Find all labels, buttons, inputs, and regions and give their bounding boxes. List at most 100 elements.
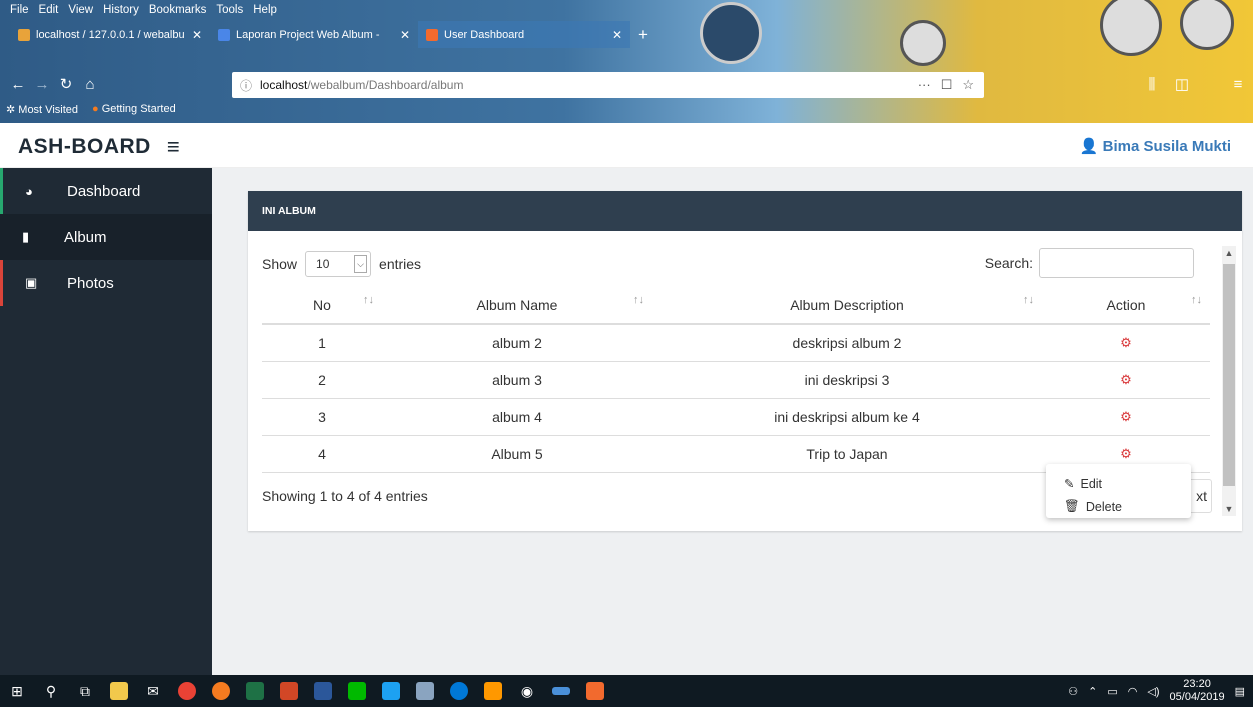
- minion-goggle-decoration: [1180, 0, 1234, 50]
- cell-album-description: ini deskripsi 3: [652, 361, 1042, 399]
- sidebar-toggle-icon[interactable]: ◫: [1170, 75, 1194, 93]
- tab-user-dashboard[interactable]: User Dashboard ✕: [418, 21, 630, 48]
- line-icon[interactable]: [340, 675, 374, 707]
- search-input[interactable]: [1039, 248, 1194, 278]
- gear-icon: ✲: [6, 104, 19, 116]
- mail-icon[interactable]: ✉: [136, 675, 170, 707]
- scroll-down-icon[interactable]: ▼: [1222, 504, 1236, 514]
- page-actions-icon[interactable]: ···: [918, 77, 931, 93]
- excel-icon[interactable]: [238, 675, 272, 707]
- url-bar[interactable]: ⓘ localhost /webalbum/Dashboard/album ··…: [232, 72, 984, 98]
- new-tab-button[interactable]: +: [630, 21, 656, 48]
- xampp-icon[interactable]: [578, 675, 612, 707]
- reload-icon[interactable]: ↻: [54, 75, 78, 93]
- windows-start-icon[interactable]: ⊞: [0, 675, 34, 707]
- pen-app-icon[interactable]: [544, 675, 578, 707]
- firefox-icon[interactable]: [204, 675, 238, 707]
- info-icon[interactable]: ⓘ: [240, 77, 252, 94]
- sidebar-item-dashboard[interactable]: ◕ Dashboard: [0, 168, 212, 214]
- column-label: Album Description: [790, 296, 904, 313]
- column-label: No: [313, 296, 331, 313]
- panel-scrollbar[interactable]: ▲ ▼: [1222, 246, 1236, 516]
- clock-decoration: [700, 2, 762, 64]
- hamburger-icon[interactable]: ≡: [167, 134, 180, 160]
- sort-icon: ↑↓: [633, 294, 644, 306]
- bookmark-label: Getting Started: [101, 103, 176, 115]
- menu-bar: File Edit View History Bookmarks Tools H…: [0, 0, 277, 20]
- table-row: 1 album 2 deskripsi album 2 ⚙: [262, 324, 1210, 362]
- menu-bookmarks[interactable]: Bookmarks: [149, 4, 207, 16]
- app-header: ASH-BOARD ≡ 👤 Bima Susila Mukti: [0, 123, 1253, 168]
- pocket-icon[interactable]: ☐: [941, 77, 953, 93]
- menu-history[interactable]: History: [103, 4, 139, 16]
- battery-icon[interactable]: ▭: [1107, 685, 1117, 698]
- word-icon[interactable]: [306, 675, 340, 707]
- volume-icon[interactable]: ◁): [1147, 685, 1159, 698]
- bookmark-getting-started[interactable]: ● Getting Started: [92, 103, 176, 116]
- column-header-album-name[interactable]: Album Name ↑↓: [382, 286, 652, 325]
- close-icon[interactable]: ✕: [400, 28, 410, 42]
- cogs-icon[interactable]: ⚙: [1120, 409, 1132, 424]
- hamburger-menu-icon[interactable]: ≡: [1226, 76, 1250, 93]
- powerpoint-icon[interactable]: [272, 675, 306, 707]
- column-header-action[interactable]: Action ↑↓: [1042, 286, 1210, 325]
- tab-title: User Dashboard: [444, 28, 525, 41]
- scroll-up-icon[interactable]: ▲: [1222, 248, 1236, 258]
- search-icon[interactable]: ⚲: [34, 675, 68, 707]
- tab-phpmyadmin[interactable]: localhost / 127.0.0.1 / webalbu ✕: [10, 21, 210, 48]
- scrollbar-thumb[interactable]: [1223, 264, 1235, 486]
- close-icon[interactable]: ✕: [192, 28, 202, 42]
- menu-item-delete[interactable]: 🗑 Delete: [1046, 495, 1191, 518]
- sublime-icon[interactable]: [476, 675, 510, 707]
- maps-icon[interactable]: [442, 675, 476, 707]
- bookmark-most-visited[interactable]: ✲ Most Visited: [6, 103, 78, 116]
- tab-laporan[interactable]: Laporan Project Web Album - ✕: [210, 21, 418, 48]
- menu-help[interactable]: Help: [253, 4, 277, 16]
- menu-edit[interactable]: Edit: [39, 4, 59, 16]
- menu-item-edit[interactable]: ✎ Edit: [1046, 472, 1191, 495]
- home-icon[interactable]: ⌂: [78, 76, 102, 93]
- menu-tools[interactable]: Tools: [216, 4, 243, 16]
- cell-album-description: ini deskripsi album ke 4: [652, 398, 1042, 436]
- user-menu[interactable]: 👤 Bima Susila Mukti: [1080, 137, 1231, 155]
- cogs-icon[interactable]: ⚙: [1120, 372, 1132, 387]
- trash-icon: 🗑: [1064, 499, 1080, 513]
- bookmark-star-icon[interactable]: ☆: [962, 77, 974, 93]
- xampp-icon: [426, 28, 438, 41]
- chevron-down-icon: ⌵: [354, 255, 368, 273]
- column-header-no[interactable]: No ↑↓: [262, 286, 382, 325]
- album-table: No ↑↓ Album Name ↑↓ Album Description ↑↓ Ac…: [262, 286, 1210, 473]
- url-host: localhost: [260, 78, 308, 92]
- back-icon[interactable]: ←: [6, 76, 30, 93]
- github-icon[interactable]: ◉: [510, 675, 544, 707]
- menu-file[interactable]: File: [10, 4, 29, 16]
- tray-chevron-icon[interactable]: ⌃: [1088, 685, 1097, 698]
- notifications-icon[interactable]: ▤: [1235, 685, 1245, 698]
- sidebar-item-album[interactable]: ▮ Album: [0, 214, 212, 260]
- brand-logo-text[interactable]: ASH-BOARD: [18, 135, 151, 159]
- column-label: Action: [1106, 296, 1146, 313]
- clock[interactable]: 23:20 05/04/2019: [1170, 678, 1225, 704]
- page-length-select[interactable]: 10 ⌵: [305, 251, 372, 277]
- sort-icon: ↑↓: [1023, 294, 1034, 306]
- task-view-icon[interactable]: ⧉: [68, 675, 102, 707]
- menu-view[interactable]: View: [68, 4, 93, 16]
- people-icon[interactable]: ⚇: [1068, 685, 1078, 698]
- column-header-album-description[interactable]: Album Description ↑↓: [652, 286, 1042, 325]
- chrome-icon[interactable]: [170, 675, 204, 707]
- minion-goggle-decoration: [1100, 0, 1162, 56]
- file-icon: ▮: [22, 229, 30, 244]
- twitter-icon[interactable]: [374, 675, 408, 707]
- library-icon[interactable]: ⫼: [1140, 76, 1164, 93]
- forward-icon[interactable]: →: [30, 76, 54, 93]
- table-info: Showing 1 to 4 of 4 entries: [262, 488, 428, 504]
- cell-album-name: album 3: [382, 361, 652, 399]
- sidebar-item-photos[interactable]: ▣ Photos: [0, 260, 212, 306]
- photos-icon[interactable]: [408, 675, 442, 707]
- cogs-icon[interactable]: ⚙: [1120, 446, 1132, 461]
- cell-action: ⚙: [1042, 324, 1210, 362]
- file-explorer-icon[interactable]: [102, 675, 136, 707]
- wifi-icon[interactable]: ◠: [1128, 685, 1138, 698]
- cogs-icon[interactable]: ⚙: [1120, 335, 1132, 350]
- close-icon[interactable]: ✕: [612, 28, 622, 42]
